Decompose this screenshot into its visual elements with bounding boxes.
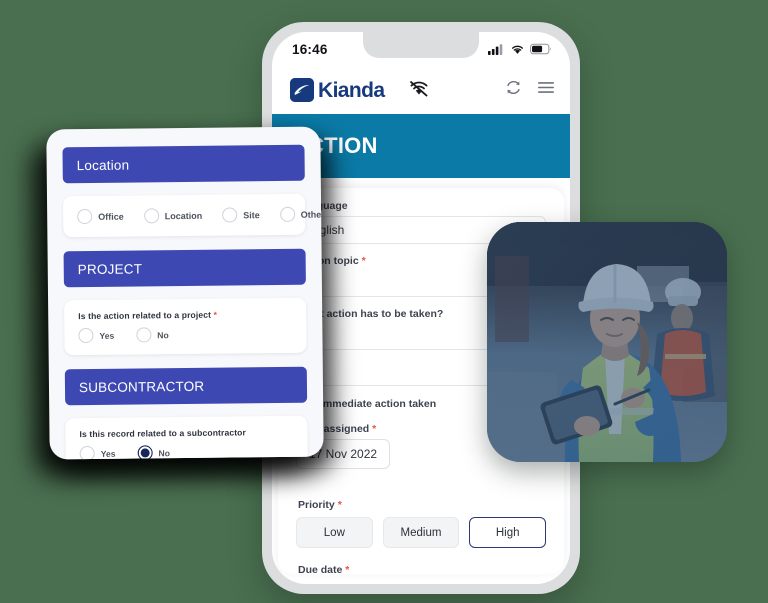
location-option-site[interactable]: Site <box>222 207 260 223</box>
subcontractor-question: Is this record related to a subcontracto… <box>79 427 293 439</box>
kianda-logo[interactable]: Kianda <box>290 78 385 102</box>
project-option-no[interactable]: No <box>136 327 169 343</box>
app-bar: Kianda <box>272 66 570 114</box>
wifi-off-icon <box>408 79 430 102</box>
app-bar-actions <box>505 79 556 101</box>
section-header-project: PROJECT <box>63 248 306 288</box>
subcontractor-options: Yes No <box>79 444 294 460</box>
hamburger-menu-icon[interactable] <box>538 81 554 99</box>
radio-icon-location <box>143 208 159 224</box>
radio-icon-office <box>77 208 93 225</box>
location-options: Office Location Site Others <box>77 206 324 225</box>
cellular-signal-icon <box>488 44 503 55</box>
refresh-icon[interactable] <box>505 79 522 101</box>
due-date-required: * <box>345 564 350 574</box>
priority-options: Low Medium High <box>296 517 547 548</box>
screenshot-stage: 16:46 Kianda ACTION Language English Act… <box>0 0 768 603</box>
project-question-required: * <box>213 309 218 320</box>
radio-icon-project-yes <box>78 327 94 344</box>
project-question-text: Is the action related to a project <box>78 309 212 322</box>
due-date-label-text: Due date <box>298 564 343 574</box>
language-label: Language <box>298 200 348 212</box>
radio-icon-others <box>279 206 295 223</box>
section-header-location: Location <box>62 144 305 184</box>
project-question: Is the action related to a project * <box>78 309 292 321</box>
subcontractor-option-yes[interactable]: Yes <box>79 445 116 460</box>
location-option-office-label: Office <box>98 211 124 222</box>
location-option-others-label: Others <box>300 208 324 220</box>
status-bar-time: 16:46 <box>292 41 328 57</box>
project-option-yes-label: Yes <box>99 330 115 341</box>
priority-required: * <box>337 499 342 511</box>
date-assigned-required: * <box>372 423 377 435</box>
wifi-icon <box>512 45 523 54</box>
location-option-location[interactable]: Location <box>143 208 203 224</box>
section-body-location: Office Location Site Others <box>62 193 324 238</box>
location-option-site-label: Site <box>243 209 260 220</box>
due-date-label: Due date * <box>298 564 546 574</box>
radio-icon-subcontractor-yes <box>79 445 95 460</box>
subcontractor-option-yes-label: Yes <box>100 448 116 459</box>
project-option-yes[interactable]: Yes <box>78 327 115 344</box>
subcontractor-question-text: Is this record related to a subcontracto… <box>79 427 246 440</box>
location-option-location-label: Location <box>164 210 203 221</box>
priority-label-text: Priority <box>298 499 335 511</box>
kianda-logo-mark-icon <box>290 78 314 102</box>
worker-photo <box>487 222 727 462</box>
section-body-project: Is the action related to a project * Yes… <box>64 297 307 356</box>
priority-label: Priority * <box>298 499 546 511</box>
priority-option-medium[interactable]: Medium <box>382 517 460 548</box>
form-sections-inner: Location Office Location Site Others PRO… <box>46 127 324 460</box>
location-option-office[interactable]: Office <box>77 208 124 225</box>
priority-option-high[interactable]: High <box>469 517 547 548</box>
status-bar: 16:46 <box>272 32 570 66</box>
radio-icon-subcontractor-no <box>137 445 153 460</box>
subcontractor-option-no-label: No <box>158 447 171 458</box>
status-bar-icons <box>488 43 552 55</box>
kianda-logo-text: Kianda <box>318 78 385 102</box>
project-options: Yes No <box>78 326 292 344</box>
due-date-field-group: Due date * <box>296 564 546 574</box>
form-sections-card: Location Office Location Site Others PRO… <box>46 126 324 460</box>
section-body-subcontractor: Is this record related to a subcontracto… <box>65 415 308 460</box>
priority-option-low[interactable]: Low <box>296 517 373 548</box>
priority-field-group: Priority * Low Medium High <box>296 499 547 548</box>
immediate-action-label: Immediate action taken <box>320 398 437 410</box>
subcontractor-option-no[interactable]: No <box>137 445 171 460</box>
project-option-no-label: No <box>157 329 169 340</box>
section-header-subcontractor: SUBCONTRACTOR <box>64 366 308 406</box>
battery-icon <box>530 43 551 55</box>
location-option-others[interactable]: Others <box>279 206 324 223</box>
action-topic-required: * <box>361 255 366 267</box>
radio-icon-site <box>222 207 238 223</box>
radio-icon-project-no <box>136 327 152 343</box>
worker-photo-illustration <box>487 222 727 462</box>
